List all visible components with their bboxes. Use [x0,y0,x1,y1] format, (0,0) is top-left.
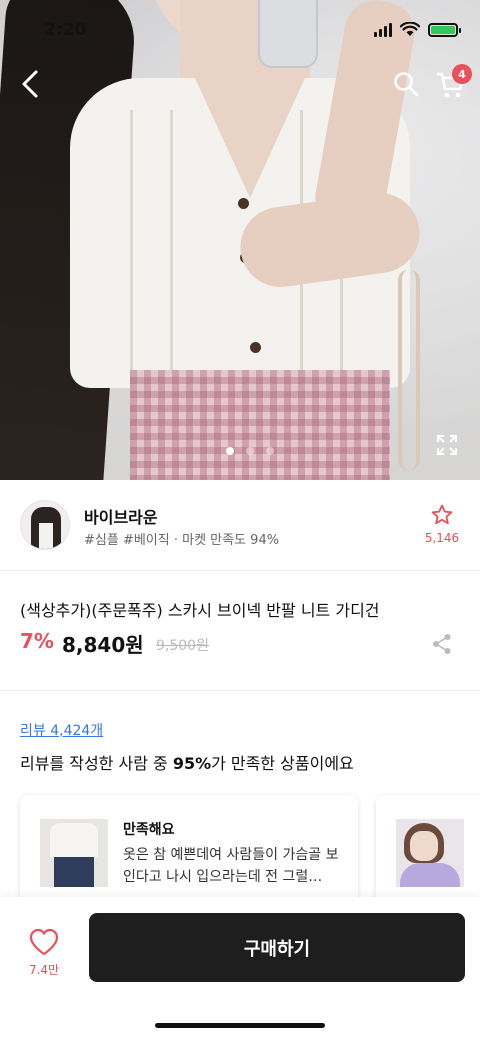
pagination-dot [266,447,274,455]
review-satisfaction-summary: 리뷰를 작성한 사람 중 95%가 만족한 상품이에요 [20,750,354,774]
pagination-dot [246,447,254,455]
sale-price: 8,840원 [62,633,144,657]
image-rib [130,110,133,370]
review-photo[interactable] [40,819,108,887]
pagination-dot-active [226,447,234,455]
buy-button[interactable]: 구매하기 [89,913,465,982]
review-card[interactable] [376,795,480,910]
battery-icon [428,22,461,37]
wifi-icon [400,22,420,36]
image-vneck [195,78,305,198]
like-count: 7.4만 [28,963,60,977]
shop-favorite-count: 5,146 [424,531,460,545]
product-title: (색상추가)(주문폭주) 스카시 브이넥 반팔 니트 가디건 [20,601,380,620]
image-phone [258,0,318,68]
review-card[interactable]: 만족해요 옷은 참 예쁜데여 사람들이 가슴골 보인다고 나시 입으라는데 전 … [20,795,358,910]
section-divider [0,690,480,691]
signal-icon [374,22,392,37]
original-price: 9,500원 [156,638,209,654]
image-bag-strap [398,270,420,470]
shop-name[interactable]: 바이브라운 [84,504,158,528]
expand-icon[interactable] [436,434,458,456]
review-card-title: 만족해요 [123,822,175,838]
image-button [238,198,249,209]
cart-count-badge: 4 [452,64,472,84]
review-count-link[interactable]: 리뷰 4,424개 [20,720,103,740]
back-arrow-icon[interactable] [16,66,46,102]
shop-avatar[interactable] [20,500,70,550]
image-button [250,342,261,353]
shop-row[interactable]: 바이브라운 #심플 #베이직 · 마켓 만족도 94% [0,480,480,571]
discount-rate: 7% [20,629,54,653]
image-rib [170,110,173,370]
summary-suffix: 가 만족한 상품이에요 [211,754,354,773]
home-indicator [155,1023,325,1028]
review-card-body: 옷은 참 예쁜데여 사람들이 가슴골 보인다고 나시 입으라는데 전 그럴… [123,847,339,885]
star-icon[interactable] [430,503,454,527]
status-time: 2:20 [44,20,87,40]
share-icon[interactable] [432,633,452,655]
heart-icon[interactable] [29,928,59,956]
shop-tags: #심플 #베이직 · 마켓 만족도 94% [84,533,280,548]
gallery-pagination [226,447,274,455]
image-skirt [130,370,390,480]
review-photo[interactable] [396,819,464,887]
search-icon[interactable] [392,70,420,98]
status-icons [374,22,461,37]
summary-percent: 95% [172,754,212,773]
summary-prefix: 리뷰를 작성한 사람 중 [20,754,173,773]
